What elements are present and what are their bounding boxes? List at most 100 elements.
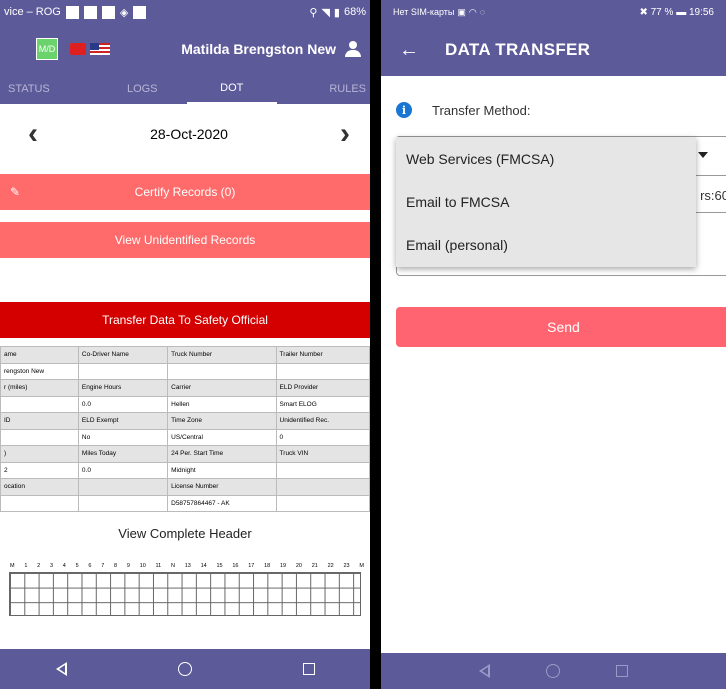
grid-hour-label: 13	[184, 563, 191, 569]
bluetooth-icon: ⚲	[309, 6, 318, 19]
grid-hour-label: 23	[343, 563, 350, 569]
edit-icon: ✎	[10, 185, 21, 199]
battery-icon: ▮	[333, 6, 340, 19]
tab-rules[interactable]: RULES	[277, 74, 371, 104]
table-cell	[77, 494, 169, 512]
table-header-cell: Co-Driver Name	[77, 346, 169, 364]
grid-hour-label: M	[10, 563, 15, 569]
table-header-cell	[275, 478, 370, 496]
mute-icon: ✖	[639, 6, 648, 18]
nav-home-icon[interactable]	[177, 662, 192, 676]
table-header-cell: )	[0, 445, 79, 463]
us-flag-icon[interactable]	[90, 43, 110, 55]
table-header-cell: r (miles)	[0, 379, 79, 397]
nav-recents-icon[interactable]	[616, 665, 628, 677]
info-icon[interactable]: i	[396, 102, 412, 118]
grid-hour-label: 17	[248, 563, 255, 569]
table-cell: Hellen	[167, 395, 277, 413]
grid-hour-label: 19	[279, 563, 287, 569]
table-cell: Smart ELOG	[275, 395, 370, 413]
transfer-data-button[interactable]: Transfer Data To Safety Official	[0, 302, 370, 338]
nav-home-icon[interactable]	[546, 664, 560, 678]
dropdown-option-email-fmcsa[interactable]: Email to FMCSA	[396, 180, 696, 223]
dot-header-table: ame Co-Driver Name Truck Number Trailer Num…	[0, 346, 370, 512]
table-header-cell: ELD Provider	[275, 379, 370, 397]
back-arrow-icon[interactable]: ←	[399, 39, 419, 62]
table-header-cell: Truck Number	[167, 346, 277, 364]
grid-hour-label: 18	[264, 563, 271, 569]
table-cell	[0, 428, 79, 446]
grid-hour-label: M	[359, 563, 364, 569]
table-row: ame Co-Driver Name Truck Number Trailer Num…	[0, 346, 370, 364]
table-row: ID ELD Exempt Time Zone Unidentified Rec.	[0, 412, 370, 430]
grid-hour-label: 7	[101, 563, 105, 569]
status-carrier: vice – ROG	[4, 6, 61, 18]
driver-name: Matilda Brengston New	[181, 41, 336, 57]
sim-icon: ▣	[457, 6, 466, 17]
tab-status[interactable]: STATUS	[0, 74, 98, 104]
view-unidentified-button[interactable]: View Unidentified Records	[0, 222, 370, 258]
table-cell	[275, 494, 370, 512]
table-cell: 0.0	[77, 395, 169, 413]
grid-hour-label: 15	[216, 563, 223, 569]
table-cell	[0, 494, 79, 512]
table-header-cell: 24 Per. Start Time	[167, 445, 277, 463]
table-header-cell	[77, 478, 169, 496]
table-header-cell: Time Zone	[167, 412, 277, 430]
dropdown-option-web-services[interactable]: Web Services (FMCSA)	[396, 137, 696, 180]
view-complete-header-link[interactable]: View Complete Header	[0, 526, 370, 541]
grid-hour-label: 22	[327, 563, 334, 569]
wifi-icon: ◥	[321, 6, 330, 19]
grid-hour-label: 21	[311, 563, 318, 569]
table-cell	[275, 362, 370, 380]
certify-records-button[interactable]: ✎ Certify Records (0)	[0, 174, 370, 210]
notification-icon	[101, 5, 115, 19]
grid-hour-label: N	[171, 563, 175, 569]
left-screen: vice – ROG ◈ ⚲ ◥ ▮ 68% M/D Matilda Breng…	[0, 0, 370, 689]
table-row: rengston New	[0, 362, 370, 380]
app-header: ← DATA TRANSFER	[381, 24, 726, 76]
chevron-left-icon[interactable]: ‹	[28, 119, 38, 149]
table-header-cell: Engine Hours	[77, 379, 169, 397]
user-icon[interactable]	[344, 40, 362, 58]
table-header-cell: Truck VIN	[275, 445, 370, 463]
android-nav-bar	[0, 649, 370, 689]
grid-hour-label: 4	[62, 563, 66, 569]
grid-hour-label: 20	[295, 563, 302, 569]
nav-back-icon[interactable]	[479, 664, 490, 678]
status-bar: Нет SIM-карты ▣ ◠ ◌ ✖ 77 % ▬ 19:56	[381, 0, 726, 24]
nav-back-icon[interactable]	[55, 662, 67, 676]
table-cell: No	[77, 428, 169, 446]
table-cell: rengston New	[0, 362, 79, 380]
notification-icon	[83, 5, 97, 19]
tab-dot[interactable]: DOT	[187, 74, 277, 104]
table-header-cell: Carrier	[167, 379, 277, 397]
certify-records-label: Certify Records (0)	[134, 185, 236, 199]
android-nav-bar	[381, 653, 726, 689]
table-cell: 2	[0, 461, 79, 479]
location-icon: ◈	[119, 6, 129, 19]
table-cell	[167, 362, 277, 380]
dropdown-option-email-personal[interactable]: Email (personal)	[396, 223, 696, 266]
send-button[interactable]: Send	[396, 307, 726, 347]
tab-logs[interactable]: LOGS	[98, 74, 188, 104]
table-row: ocation License Number	[0, 478, 370, 496]
chevron-right-icon[interactable]: ›	[340, 119, 350, 149]
nav-recents-icon[interactable]	[302, 663, 315, 675]
caret-down-icon	[698, 152, 708, 158]
table-header-cell: Miles Today	[77, 445, 169, 463]
grid-hour-label: 3	[49, 563, 54, 569]
tab-bar: STATUS LOGS DOT RULES	[0, 74, 370, 104]
grid-hour-label: 1	[24, 563, 28, 569]
wifi-icon: ◠	[468, 6, 477, 17]
table-cell: 0	[275, 428, 370, 446]
grid-hour-label: 10	[139, 563, 146, 569]
table-cell: D58757864467 - AK	[167, 494, 277, 512]
truck-icon[interactable]	[70, 43, 86, 55]
table-cell: Midnight	[167, 461, 277, 479]
table-header-cell: ID	[0, 412, 79, 430]
table-header-cell: ELD Exempt	[77, 412, 169, 430]
table-cell: US/Central	[167, 428, 277, 446]
right-screen: Нет SIM-карты ▣ ◠ ◌ ✖ 77 % ▬ 19:56 ← DAT…	[381, 0, 726, 689]
log-grid-hour-labels: M 1 2 3 4 5 6 7 8 9 10 11 N 13 14 15 16 17 18 19 20 21 22 23 M	[0, 563, 370, 569]
